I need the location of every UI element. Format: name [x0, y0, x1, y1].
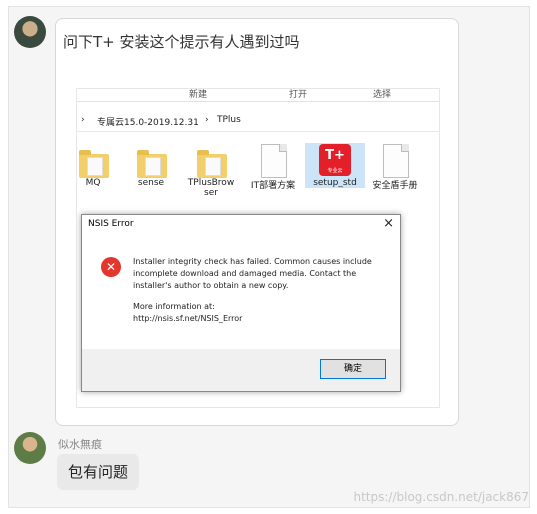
folder-icon — [137, 150, 167, 178]
file-item: TPlusBrowser — [181, 144, 241, 198]
breadcrumb-item: 专属云15.0-2019.12.31 — [97, 118, 199, 128]
folder-icon — [79, 150, 109, 178]
toolbar-open: 打开 — [289, 90, 308, 100]
document-icon — [383, 144, 409, 178]
error-icon: ✕ — [101, 257, 121, 277]
toolbar-new: 新建 — [189, 90, 208, 100]
question-text: 问下T+ 安装这个提示有人遇到过吗 — [63, 33, 300, 51]
nsis-error-dialog: NSIS Error × ✕ Installer integrity check… — [81, 214, 401, 392]
reply-bubble: 包有问题 — [57, 454, 140, 490]
toolbar-select: 选择 — [373, 90, 392, 100]
tplus-app-icon: T+ 专业云 — [319, 144, 351, 176]
file-item: MQ — [77, 144, 123, 188]
file-label: TPlusBrowser — [187, 178, 235, 198]
close-icon: × — [383, 216, 394, 231]
more-info-link: http://nsis.sf.net/NSIS_Error — [133, 314, 243, 323]
error-text: Installer integrity check has failed. Co… — [133, 257, 372, 290]
file-item: sense — [121, 144, 181, 188]
file-item: IT部署方案 — [243, 144, 303, 191]
folder-icon — [197, 150, 227, 178]
reply-avatar[interactable] — [14, 432, 46, 464]
explorer-toolbar: 新建 打开 选择 — [77, 89, 439, 102]
dialog-footer: 确定 — [82, 349, 400, 391]
breadcrumb-item: TPlus — [217, 115, 241, 125]
ok-button: 确定 — [320, 359, 386, 379]
file-label: 安全盾手册 — [372, 181, 418, 191]
file-item: 安全盾手册 — [365, 144, 425, 191]
file-label: setup_std — [313, 178, 357, 188]
message-bubble: 问下T+ 安装这个提示有人遇到过吗 新建 打开 选择 › 专属云15.0-201… — [55, 18, 459, 426]
watermark: https://blog.csdn.net/jack867 — [353, 490, 530, 504]
breadcrumb: › 专属云15.0-2019.12.31 › TPlus — [77, 109, 439, 132]
file-item-selected: T+ 专业云 setup_std — [305, 143, 365, 188]
file-label: IT部署方案 — [250, 181, 296, 191]
attached-screenshot[interactable]: 新建 打开 选择 › 专属云15.0-2019.12.31 › TPlus MQ… — [76, 88, 440, 408]
more-info-label: More information at: — [133, 302, 215, 311]
reply-username: 似水無痕 — [58, 438, 102, 451]
document-icon — [261, 144, 287, 178]
breadcrumb-separator: › — [205, 115, 209, 125]
user-avatar[interactable] — [14, 16, 46, 48]
file-label: MQ — [85, 178, 101, 188]
file-label: sense — [137, 178, 165, 188]
dialog-title: NSIS Error — [88, 219, 134, 229]
breadcrumb-separator: › — [81, 115, 85, 125]
dialog-message: Installer integrity check has failed. Co… — [133, 256, 383, 325]
